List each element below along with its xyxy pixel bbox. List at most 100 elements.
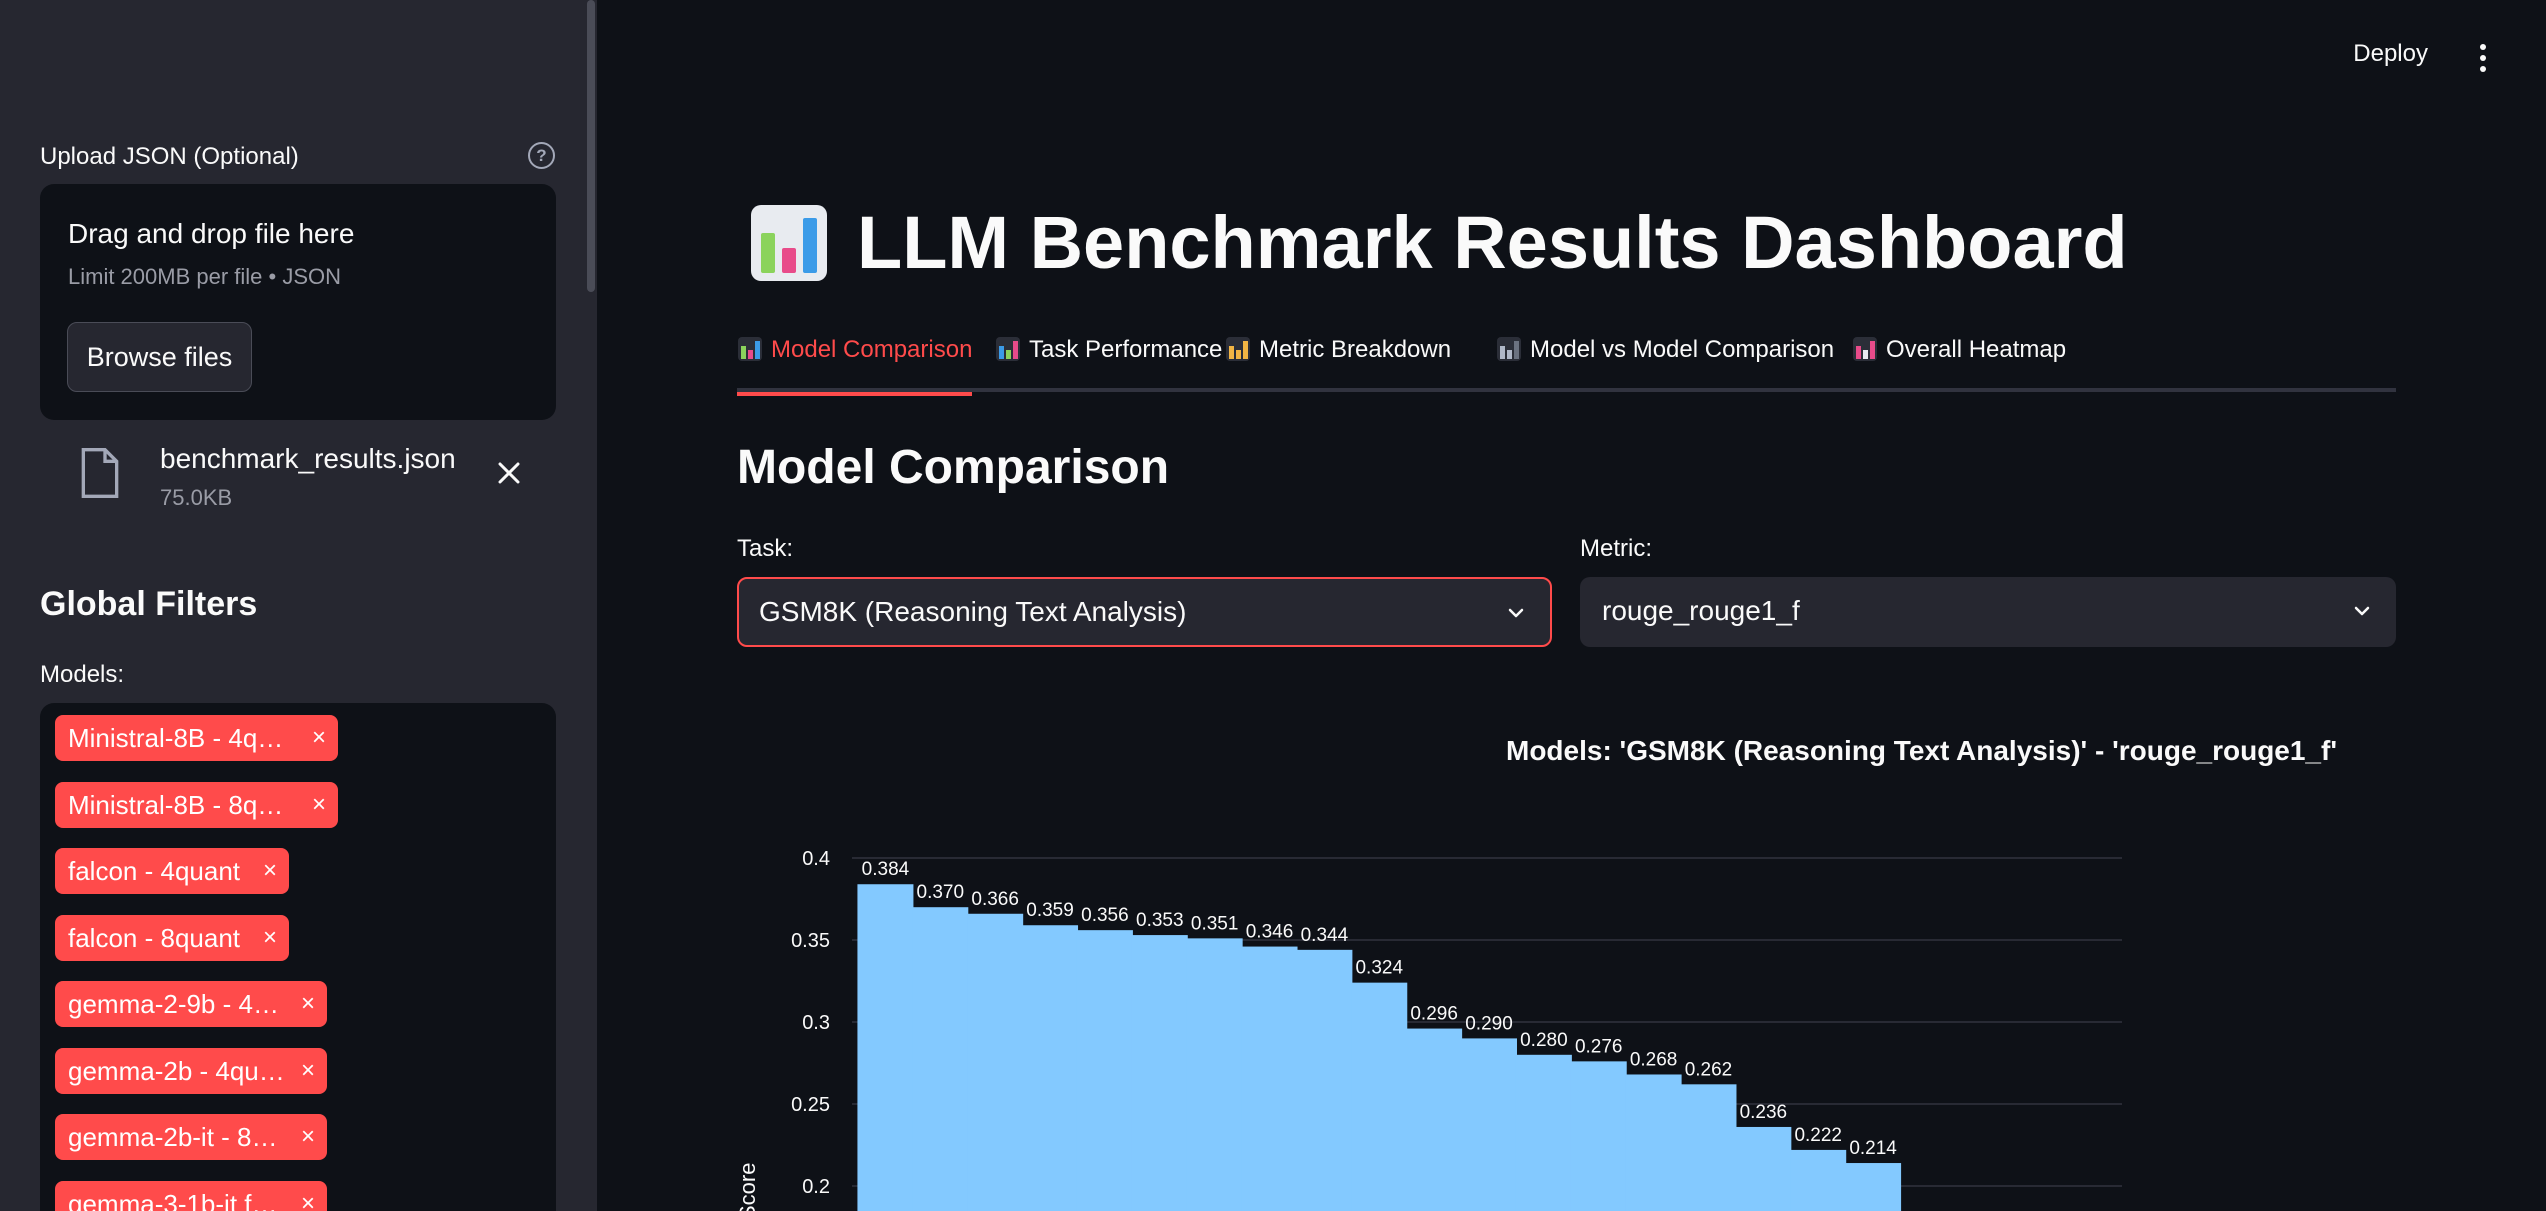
tab-metric-breakdown[interactable]: Metric Breakdown	[1225, 336, 1451, 392]
tab-task-performance[interactable]: Task Performance	[995, 336, 1222, 392]
page-title: LLM Benchmark Results Dashboard	[857, 201, 2128, 284]
sidebar-scrollbar[interactable]	[587, 0, 595, 292]
chip-remove-icon[interactable]: ×	[263, 915, 277, 961]
bar[interactable]	[1351, 982, 1408, 1211]
file-dropzone[interactable]: Drag and drop file here Limit 200MB per …	[40, 184, 556, 420]
model-chip-label: falcon - 4quant	[68, 856, 241, 886]
sidebar: Upload JSON (Optional) ? Drag and drop f…	[0, 0, 597, 1211]
model-chip-label: gemma-3-1b-it f…	[68, 1188, 278, 1211]
bar-value-label: 0.346	[1246, 922, 1294, 943]
thermometer-icon	[1853, 337, 1877, 361]
crossed-swords-icon	[1497, 337, 1521, 361]
models-multiselect[interactable]: Ministral-8B - 4q… × Ministral-8B - 8q… × fa…	[40, 703, 556, 1211]
chip-remove-icon[interactable]: ×	[301, 1181, 315, 1211]
bar[interactable]	[1790, 1149, 1847, 1211]
dropzone-title: Drag and drop file here	[68, 218, 355, 249]
bar[interactable]	[1131, 935, 1188, 1211]
bar[interactable]	[1625, 1074, 1682, 1211]
metric-label: Metric:	[1580, 535, 1652, 562]
bar[interactable]	[1241, 946, 1298, 1211]
chip-remove-icon[interactable]: ×	[263, 848, 277, 894]
bar[interactable]	[1022, 925, 1079, 1211]
task-select-value: GSM8K (Reasoning Text Analysis)	[759, 596, 1187, 627]
section-title: Model Comparison	[737, 441, 1170, 494]
bar-value-label: 0.214	[1849, 1138, 1897, 1159]
model-chip[interactable]: falcon - 4quant ×	[55, 848, 289, 894]
chip-remove-icon[interactable]: ×	[301, 981, 315, 1027]
models-label: Models:	[40, 661, 125, 688]
bar[interactable]	[1845, 1163, 1902, 1211]
uploaded-file-size: 75.0KB	[160, 485, 233, 510]
dropzone-subtitle: Limit 200MB per file • JSON	[68, 264, 342, 289]
tab-model-vs-model-comparison[interactable]: Model vs Model Comparison	[1496, 336, 1834, 392]
main-content: Deploy LLM Benchmark Results Dashboard M…	[597, 0, 2546, 1211]
bar[interactable]	[1186, 938, 1243, 1211]
kebab-menu-icon[interactable]	[2480, 44, 2486, 77]
model-chip[interactable]: falcon - 8quant ×	[55, 914, 289, 961]
chip-remove-icon[interactable]: ×	[312, 782, 326, 828]
chip-remove-icon[interactable]: ×	[301, 1114, 315, 1160]
chevron-down-icon	[2354, 606, 2370, 616]
metric-select[interactable]: rouge_rouge1_f	[1580, 577, 2396, 647]
model-chip-label: Ministral-8B - 8q…	[68, 789, 284, 820]
bar-value-label: 0.384	[862, 859, 910, 880]
chevron-down-icon	[1508, 608, 1524, 618]
bar[interactable]	[1406, 1028, 1463, 1211]
model-chip[interactable]: Ministral-8B - 8q… ×	[55, 781, 338, 828]
model-chip-label: gemma-2-9b - 4…	[68, 989, 279, 1019]
bar-value-label: 0.222	[1794, 1125, 1842, 1146]
bar[interactable]	[857, 884, 914, 1211]
model-chip[interactable]: gemma-2-9b - 4… ×	[55, 981, 327, 1027]
close-icon[interactable]	[494, 458, 524, 488]
bar[interactable]	[1735, 1126, 1792, 1211]
model-comparison-chart: Models: 'GSM8K (Reasoning Text Analysis)…	[737, 720, 2397, 1211]
task-select[interactable]: GSM8K (Reasoning Text Analysis)	[737, 577, 1552, 647]
app: Upload JSON (Optional) ? Drag and drop f…	[0, 0, 2546, 1211]
model-chip[interactable]: gemma-3-1b-it f… ×	[55, 1180, 327, 1211]
bar-value-label: 0.268	[1630, 1049, 1678, 1070]
bar-value-label: 0.280	[1520, 1030, 1568, 1051]
browse-files-button[interactable]: Browse files	[67, 322, 252, 392]
bar-value-label: 0.324	[1355, 958, 1403, 979]
books-icon	[996, 337, 1020, 361]
bar[interactable]	[1515, 1054, 1572, 1211]
uploaded-file-name: benchmark_results.json	[160, 443, 456, 474]
tab-overall-heatmap[interactable]: Overall Heatmap	[1852, 336, 2066, 392]
bar[interactable]	[967, 913, 1024, 1211]
bar-value-label: 0.262	[1685, 1059, 1733, 1080]
bar-value-label: 0.236	[1740, 1102, 1788, 1123]
y-tick-label: 0.35	[791, 930, 830, 952]
bar-value-label: 0.296	[1410, 1004, 1458, 1025]
y-tick-label: 0.3	[802, 1012, 830, 1034]
bar-value-label: 0.353	[1136, 910, 1184, 931]
model-chip-label: gemma-2b-it - 8…	[68, 1122, 278, 1152]
chip-remove-icon[interactable]: ×	[312, 715, 326, 761]
bar[interactable]	[1461, 1038, 1517, 1211]
bar[interactable]	[912, 907, 969, 1211]
bar-value-label: 0.359	[1026, 900, 1074, 921]
y-tick-label: 0.25	[791, 1094, 830, 1116]
model-chip[interactable]: gemma-2b - 4qu… ×	[55, 1047, 327, 1094]
bar-value-label: 0.276	[1575, 1036, 1623, 1057]
model-chip[interactable]: Ministral-8B - 4q… ×	[55, 715, 338, 761]
metric-select-value: rouge_rouge1_f	[1602, 595, 1800, 626]
model-chip[interactable]: gemma-2b-it - 8… ×	[55, 1114, 327, 1160]
tab-label: Model Comparison	[771, 336, 973, 363]
bar[interactable]	[1570, 1061, 1627, 1211]
task-label: Task:	[737, 535, 794, 562]
help-circle-icon[interactable]: ?	[528, 142, 555, 169]
bar[interactable]	[1296, 949, 1353, 1211]
chip-remove-icon[interactable]: ×	[301, 1048, 315, 1094]
tab-model-comparison[interactable]: Model Comparison	[737, 336, 973, 396]
bar-value-label: 0.351	[1191, 913, 1239, 934]
file-icon	[81, 448, 119, 498]
scale-icon	[1226, 337, 1250, 361]
deploy-button[interactable]: Deploy	[2353, 40, 2428, 68]
bar-chart-icon	[738, 337, 762, 361]
tab-label: Model vs Model Comparison	[1530, 336, 1835, 363]
tab-label: Task Performance	[1029, 336, 1223, 363]
upload-label: Upload JSON (Optional)	[40, 143, 299, 170]
y-tick-label: 0.2	[802, 1176, 830, 1198]
bar[interactable]	[1680, 1084, 1737, 1211]
bar[interactable]	[1076, 930, 1133, 1211]
